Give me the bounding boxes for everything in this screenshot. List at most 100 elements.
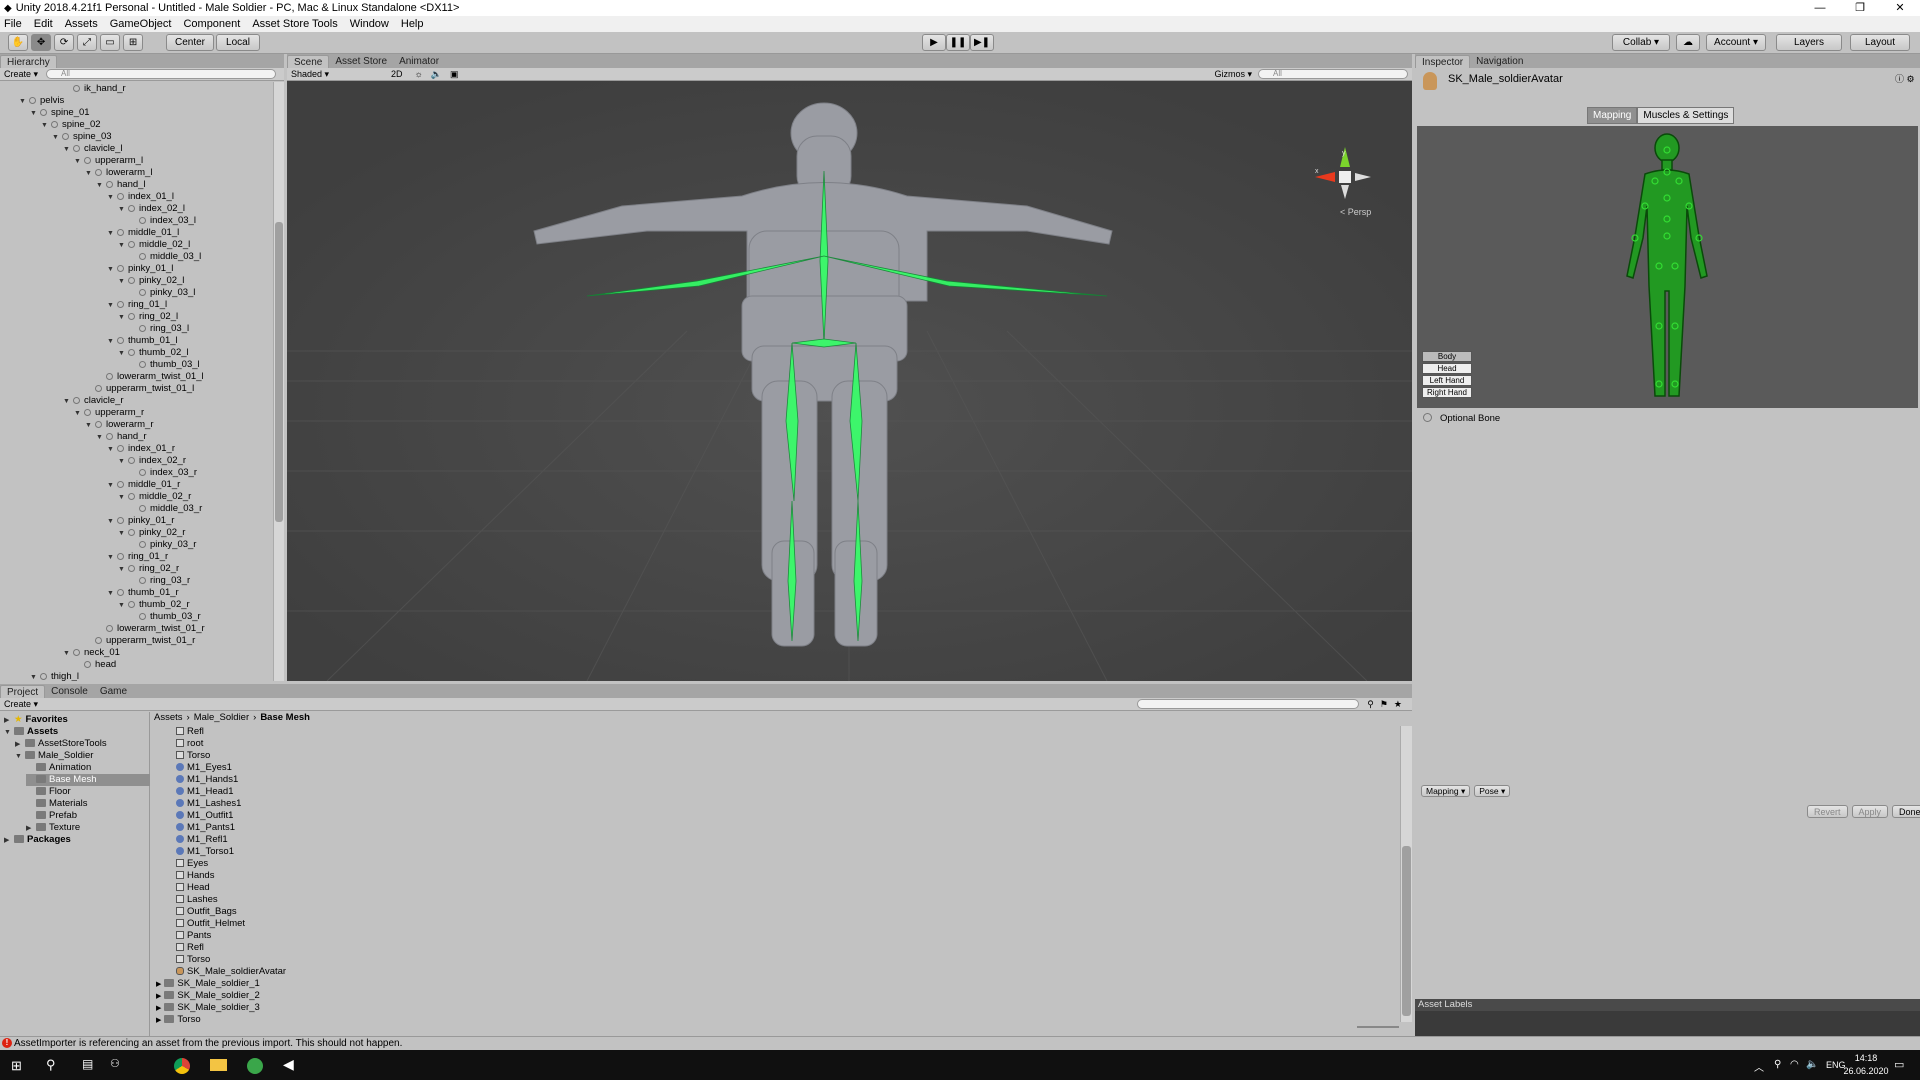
- hierarchy-item[interactable]: thumb_03_l: [129, 359, 200, 371]
- hierarchy-item[interactable]: ▼ lowerarm_r: [85, 419, 154, 431]
- windows-start-icon[interactable]: ⊞: [11, 1058, 22, 1074]
- project-asset-item[interactable]: Head: [176, 882, 210, 894]
- hierarchy-item[interactable]: ik_hand_r: [63, 83, 126, 95]
- project-asset-item[interactable]: Refl: [176, 942, 204, 954]
- expand-arrow-icon[interactable]: ▼: [107, 480, 117, 492]
- avatar-body-view[interactable]: Body Head Left Hand Right Hand: [1417, 126, 1918, 408]
- expand-arrow-icon[interactable]: ▼: [19, 96, 29, 108]
- hand-tool-button[interactable]: ✋: [8, 34, 28, 51]
- project-asset-item[interactable]: M1_Torso1: [176, 846, 234, 858]
- hierarchy-item[interactable]: middle_03_r: [129, 503, 202, 515]
- project-create-button[interactable]: Create ▾: [4, 699, 38, 710]
- project-folder-item[interactable]: Prefab: [26, 810, 77, 822]
- transform-tool-button[interactable]: ⊞: [123, 34, 143, 51]
- expand-arrow-icon[interactable]: ▼: [107, 264, 117, 276]
- minimize-button[interactable]: —: [1800, 0, 1840, 16]
- persp-label[interactable]: < Persp: [1340, 207, 1371, 217]
- tray-arrow-icon[interactable]: ︿: [1754, 1059, 1764, 1074]
- account-button[interactable]: Account ▾: [1706, 34, 1766, 51]
- breadcrumb-item[interactable]: Assets: [154, 712, 183, 724]
- hierarchy-item[interactable]: ▼ ring_02_r: [118, 563, 179, 575]
- expand-arrow-icon[interactable]: ▼: [63, 648, 73, 660]
- tab-bottom-console[interactable]: Console: [45, 685, 94, 698]
- icon-size-slider[interactable]: [1357, 1026, 1399, 1028]
- project-asset-item[interactable]: M1_Head1: [176, 786, 233, 798]
- search-icon[interactable]: ⚲: [46, 1057, 56, 1073]
- step-button[interactable]: ▶❚: [970, 34, 994, 51]
- unity-hub-icon[interactable]: [247, 1058, 263, 1074]
- project-scroll-thumb[interactable]: [1402, 846, 1411, 1016]
- hierarchy-item[interactable]: index_03_l: [129, 215, 196, 227]
- expand-arrow-icon[interactable]: ▼: [118, 276, 128, 288]
- project-asset-item[interactable]: Outfit_Helmet: [176, 918, 245, 930]
- expand-arrow-icon[interactable]: ▶: [156, 1017, 161, 1024]
- project-asset-item[interactable]: Refl: [176, 726, 204, 738]
- expand-arrow-icon[interactable]: ▼: [96, 432, 106, 444]
- expand-arrow-icon[interactable]: ▶: [156, 981, 161, 988]
- hierarchy-item[interactable]: ▼ ring_02_l: [118, 311, 178, 323]
- avatar-part-left-hand-button[interactable]: Left Hand: [1422, 375, 1472, 386]
- project-asset-item[interactable]: M1_Lashes1: [176, 798, 241, 810]
- clock-time[interactable]: 14:18: [1846, 1053, 1886, 1063]
- expand-arrow-icon[interactable]: ▼: [118, 600, 128, 612]
- tab-scene-asset-store[interactable]: Asset Store: [329, 55, 393, 68]
- expand-arrow-icon[interactable]: ▶: [156, 993, 161, 1000]
- filter-type-icon[interactable]: ⚲: [1367, 699, 1374, 710]
- hierarchy-item[interactable]: middle_03_l: [129, 251, 201, 263]
- hierarchy-create-button[interactable]: Create ▾: [4, 69, 38, 80]
- layers-dropdown[interactable]: Layers: [1776, 34, 1842, 51]
- gizmos-dropdown[interactable]: Gizmos ▾: [1214, 69, 1252, 80]
- expand-arrow-icon[interactable]: ▼: [107, 444, 117, 456]
- expand-arrow-icon[interactable]: ▼: [118, 348, 128, 360]
- expand-arrow-icon[interactable]: ▼: [4, 727, 14, 739]
- expand-arrow-icon[interactable]: ▼: [85, 168, 95, 180]
- image-effects-icon[interactable]: ▣: [450, 69, 459, 80]
- chrome-icon[interactable]: [174, 1058, 190, 1074]
- apply-button[interactable]: Apply: [1851, 805, 1889, 818]
- hierarchy-item[interactable]: ▼ pinky_02_r: [118, 527, 185, 539]
- menu-file[interactable]: File: [4, 18, 22, 30]
- expand-arrow-icon[interactable]: ▼: [107, 588, 117, 600]
- clock-date[interactable]: 26.06.2020: [1843, 1066, 1889, 1076]
- collab-button[interactable]: Collab ▾: [1612, 34, 1670, 51]
- expand-arrow-icon[interactable]: ▼: [15, 751, 25, 763]
- menu-component[interactable]: Component: [183, 18, 240, 30]
- menu-asset-store-tools[interactable]: Asset Store Tools: [252, 18, 337, 30]
- volume-icon[interactable]: 🔈: [1806, 1059, 1818, 1070]
- expand-arrow-icon[interactable]: ▼: [96, 180, 106, 192]
- project-asset-item[interactable]: M1_Refl1: [176, 834, 228, 846]
- expand-arrow-icon[interactable]: ▼: [30, 108, 40, 120]
- project-asset-item[interactable]: M1_Pants1: [176, 822, 235, 834]
- hierarchy-item[interactable]: lowerarm_twist_01_r: [96, 623, 205, 635]
- breadcrumb-item[interactable]: Base Mesh: [260, 712, 310, 724]
- expand-arrow-icon[interactable]: ▼: [107, 300, 117, 312]
- tab-inspector-inspector[interactable]: Inspector: [1415, 55, 1471, 68]
- favorite-star-icon[interactable]: ★: [1394, 699, 1402, 710]
- expand-arrow-icon[interactable]: ▼: [74, 408, 84, 420]
- project-asset-item[interactable]: ▶ Torso: [156, 1014, 201, 1026]
- project-asset-item[interactable]: Hands: [176, 870, 214, 882]
- hierarchy-item[interactable]: ▼ ring_01_r: [107, 551, 168, 563]
- hierarchy-item[interactable]: ▼ upperarm_r: [74, 407, 144, 419]
- scale-tool-button[interactable]: ⤢: [77, 34, 97, 51]
- expand-arrow-icon[interactable]: ▼: [118, 492, 128, 504]
- network-icon[interactable]: ⚲: [1774, 1059, 1781, 1070]
- project-folder-item[interactable]: Materials: [26, 798, 88, 810]
- project-asset-item[interactable]: M1_Hands1: [176, 774, 238, 786]
- hierarchy-item[interactable]: ▼ thumb_01_r: [107, 587, 179, 599]
- hierarchy-item[interactable]: ▼ clavicle_r: [63, 395, 124, 407]
- expand-arrow-icon[interactable]: ▼: [85, 420, 95, 432]
- menu-gameobject[interactable]: GameObject: [110, 18, 172, 30]
- close-button[interactable]: ✕: [1880, 0, 1920, 16]
- shading-mode-dropdown[interactable]: Shaded ▾: [291, 69, 381, 80]
- pose-dropdown[interactable]: Pose ▾: [1474, 785, 1511, 797]
- audio-icon[interactable]: 🔈: [431, 69, 442, 80]
- hierarchy-item[interactable]: pinky_03_r: [129, 539, 196, 551]
- project-search-input[interactable]: [1137, 699, 1360, 709]
- tab-hierarchy[interactable]: Hierarchy: [0, 55, 57, 68]
- project-folder-item[interactable]: ▼ Assets: [4, 726, 58, 738]
- hierarchy-item[interactable]: ▼ thigh_l: [30, 671, 79, 681]
- hierarchy-search-input[interactable]: All: [46, 69, 277, 79]
- expand-arrow-icon[interactable]: ▼: [107, 192, 117, 204]
- expand-arrow-icon[interactable]: ▼: [107, 552, 117, 564]
